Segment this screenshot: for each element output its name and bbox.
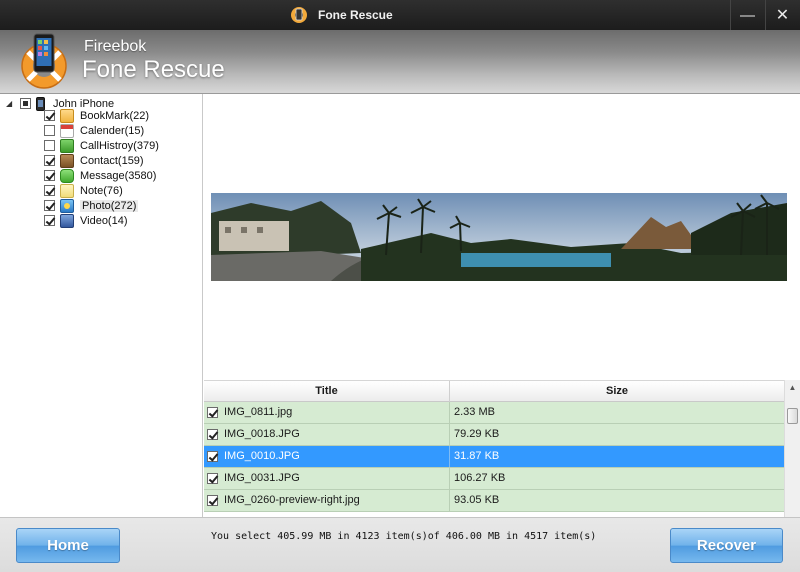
folder-icon — [60, 108, 74, 123]
title-bar: Fone Rescue — ✕ — [0, 0, 800, 30]
tree-root-checkbox[interactable] — [20, 98, 31, 109]
tree-item-label: CallHistroy(379) — [80, 139, 159, 152]
tree-item-label: BookMark(22) — [80, 109, 150, 122]
vertical-scrollbar[interactable]: ▲ — [784, 380, 800, 517]
tree-item-label: Message(3580) — [80, 169, 157, 182]
app-header: Fireebok Fone Rescue — [0, 30, 800, 94]
bookmark-checkbox[interactable] — [44, 110, 55, 121]
file-size: 93.05 KB — [454, 494, 500, 506]
tree-item-message[interactable]: Message(3580) — [44, 168, 156, 183]
photo-checkbox[interactable] — [44, 200, 55, 211]
video-checkbox[interactable] — [44, 215, 55, 226]
photo-preview — [204, 94, 800, 380]
brand-name: Fireebok — [84, 38, 147, 55]
file-size: 79.29 KB — [454, 428, 500, 440]
file-size: 31.87 KB — [454, 450, 500, 462]
tree-item-label: Calender(15) — [80, 124, 145, 137]
tree-item-calendar[interactable]: Calender(15) — [44, 123, 144, 138]
tree-item-video[interactable]: Video(14) — [44, 213, 128, 228]
tree-item-label: Video(14) — [80, 214, 128, 227]
footer-bar: Home You select 405.99 MB in 4123 item(s… — [0, 517, 800, 572]
message-icon — [60, 168, 74, 183]
table-row[interactable]: IMG_0260-preview-right.jpg 93.05 KB — [204, 490, 784, 512]
file-title: IMG_0260-preview-right.jpg — [224, 490, 450, 511]
tree-item-label: Contact(159) — [80, 154, 144, 167]
table-row[interactable]: IMG_0811.jpg 2.33 MB — [204, 402, 784, 424]
close-icon: ✕ — [775, 7, 790, 24]
table-row[interactable]: IMG_0018.JPG 79.29 KB — [204, 424, 784, 446]
life-ring-icon — [291, 7, 307, 23]
scroll-up-arrow-icon[interactable]: ▲ — [785, 380, 800, 396]
tree-item-label: Note(76) — [80, 184, 123, 197]
video-icon — [60, 213, 74, 228]
calendar-icon — [60, 123, 74, 138]
product-name: Fone Rescue — [82, 56, 225, 83]
row-checkbox[interactable] — [207, 407, 218, 418]
close-button[interactable]: ✕ — [765, 0, 799, 30]
category-tree: ◢ John iPhone BookMark(22) Calender(15) … — [0, 94, 203, 517]
callhistory-checkbox[interactable] — [44, 140, 55, 151]
minimize-icon: — — [740, 6, 755, 24]
column-header-size[interactable]: Size — [450, 381, 784, 402]
calendar-checkbox[interactable] — [44, 125, 55, 136]
note-checkbox[interactable] — [44, 185, 55, 196]
window-title: Fone Rescue — [318, 8, 393, 22]
home-button[interactable]: Home — [16, 528, 120, 563]
note-icon — [60, 183, 74, 198]
row-checkbox[interactable] — [207, 429, 218, 440]
table-row-selected[interactable]: IMG_0010.JPG 31.87 KB — [204, 446, 784, 468]
file-title: IMG_0018.JPG — [224, 424, 450, 445]
scroll-thumb[interactable] — [787, 408, 798, 424]
file-title: IMG_0031.JPG — [224, 468, 450, 489]
recover-button[interactable]: Recover — [670, 528, 783, 563]
tree-item-contact[interactable]: Contact(159) — [44, 153, 144, 168]
expand-arrow-icon[interactable]: ◢ — [6, 99, 20, 108]
table-row[interactable]: IMG_0031.JPG 106.27 KB — [204, 468, 784, 490]
row-checkbox[interactable] — [207, 495, 218, 506]
file-size: 106.27 KB — [454, 472, 506, 484]
column-header-title[interactable]: Title — [204, 381, 450, 402]
contacts-icon — [60, 153, 74, 168]
file-title: IMG_0811.jpg — [224, 402, 450, 423]
panorama-image — [211, 193, 787, 281]
app-logo — [21, 33, 67, 89]
tree-item-note[interactable]: Note(76) — [44, 183, 123, 198]
row-checkbox[interactable] — [207, 451, 218, 462]
row-checkbox[interactable] — [207, 473, 218, 484]
contact-checkbox[interactable] — [44, 155, 55, 166]
tree-item-bookmark[interactable]: BookMark(22) — [44, 108, 149, 123]
tree-item-photo[interactable]: Photo(272) — [44, 198, 139, 213]
tree-item-label: Photo(272) — [80, 199, 139, 212]
selection-status: You select 405.99 MB in 4123 item(s)of 4… — [211, 531, 597, 542]
phone-call-icon — [60, 138, 74, 153]
message-checkbox[interactable] — [44, 170, 55, 181]
file-size: 2.33 MB — [454, 406, 495, 418]
file-title: IMG_0010.JPG — [224, 446, 450, 467]
minimize-button[interactable]: — — [730, 0, 764, 30]
photo-icon — [60, 198, 74, 213]
tree-item-callhistory[interactable]: CallHistroy(379) — [44, 138, 159, 153]
table-header: Title Size — [204, 380, 784, 402]
file-list-table: Title Size IMG_0811.jpg 2.33 MB IMG_0018… — [204, 380, 800, 517]
